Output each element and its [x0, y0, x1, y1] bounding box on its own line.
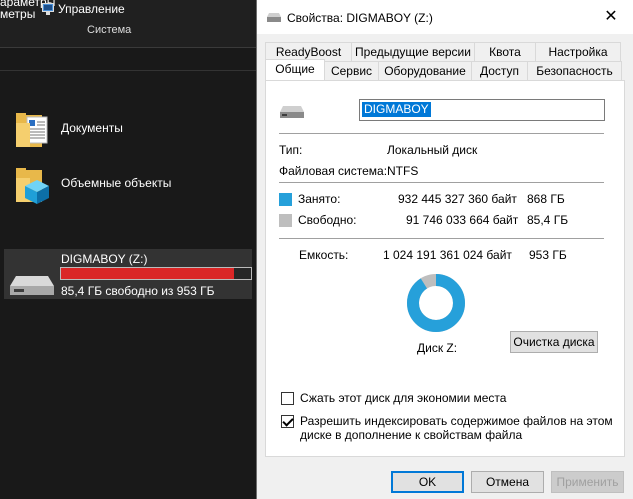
tab-previous-versions[interactable]: Предыдущие версии [351, 42, 475, 61]
filesystem-value: NTFS [387, 164, 419, 178]
address-divider [0, 70, 258, 71]
ribbon-divider [0, 47, 258, 48]
3d-objects-folder-icon [16, 168, 49, 204]
general-tab-panel: DIGMABOY Тип: Локальный диск Файловая си… [265, 80, 625, 457]
disk-cleanup-button[interactable]: Очистка диска [510, 331, 598, 353]
properties-dialog: Свойства: DIGMABOY (Z:) ✕ ReadyBoost Пре… [256, 0, 633, 499]
drive-name-input[interactable]: DIGMABOY [359, 99, 605, 121]
ok-button[interactable]: OK [391, 471, 464, 493]
capacity-label: Емкость: [299, 248, 349, 262]
donut-used-segment [407, 274, 465, 332]
ribbon: араметры метры Управление Система [0, 0, 258, 47]
folder-3d-objects[interactable]: Объемные объекты [15, 162, 255, 204]
manage-icon [42, 3, 54, 15]
tab-tools[interactable]: Сервис [324, 61, 379, 80]
type-value: Локальный диск [387, 143, 478, 157]
used-color-swatch [279, 193, 292, 206]
index-checkbox[interactable] [281, 415, 294, 428]
tab-hardware[interactable]: Оборудование [378, 61, 472, 80]
compress-label: Сжать этот диск для экономии места [300, 391, 507, 405]
explorer-window: араметры метры Управление Система Докуме… [0, 0, 258, 499]
apply-button[interactable]: Применить [551, 471, 624, 493]
folder-label: Документы [61, 121, 123, 135]
close-icon: ✕ [604, 8, 618, 25]
used-label: Занято: [298, 192, 341, 206]
separator [279, 133, 604, 134]
drive-usage-fill [61, 268, 234, 279]
index-label-line1: Разрешить индексировать содержимое файло… [300, 414, 613, 428]
drive-usage-bar [60, 267, 252, 280]
free-label: Свободно: [298, 213, 357, 227]
folder-label: Объемные объекты [61, 176, 172, 190]
compress-checkbox[interactable] [281, 392, 294, 405]
dialog-title: Свойства: DIGMABOY (Z:) [287, 11, 433, 25]
drive-free-text: 85,4 ГБ свободно из 953 ГБ [61, 284, 215, 298]
drive-large-icon [280, 106, 304, 118]
index-label-line2: диске в дополнение к свойствам файла [300, 428, 523, 442]
tab-general[interactable]: Общие [265, 59, 325, 80]
tab-sharing[interactable]: Доступ [471, 61, 528, 80]
tab-security[interactable]: Безопасность [527, 61, 622, 80]
disk-label: Диск Z: [417, 341, 458, 355]
drive-item-z[interactable]: DIGMABOY (Z:) 85,4 ГБ свободно из 953 ГБ [4, 249, 252, 299]
cancel-button[interactable]: Отмена [471, 471, 544, 493]
separator [279, 182, 604, 183]
tab-customize[interactable]: Настройка [535, 42, 621, 61]
ribbon-group-label: Система [87, 24, 132, 36]
type-label: Тип: [279, 143, 303, 157]
filesystem-label: Файловая система: [279, 164, 388, 178]
capacity-bytes: 1 024 191 361 024 байт [383, 248, 512, 262]
dialog-titlebar[interactable]: Свойства: DIGMABOY (Z:) ✕ [257, 0, 633, 34]
used-bytes: 932 445 327 360 байт [398, 192, 517, 206]
manage-button[interactable]: Управление [42, 2, 125, 16]
capacity-gb: 953 ГБ [529, 248, 567, 262]
folder-documents[interactable]: Документы [15, 107, 255, 149]
used-gb: 868 ГБ [527, 192, 565, 206]
free-bytes: 91 746 033 664 байт [406, 213, 519, 227]
tab-row-2: Общие Сервис Оборудование Доступ Безопас… [265, 59, 622, 80]
free-gb: 85,4 ГБ [527, 213, 569, 227]
documents-folder-icon [16, 113, 48, 147]
drive-name: DIGMABOY (Z:) [61, 252, 148, 266]
drive-icon [10, 276, 54, 295]
tab-quota[interactable]: Квота [474, 42, 536, 61]
free-color-swatch [279, 214, 292, 227]
disk-usage-donut [407, 274, 465, 332]
close-button[interactable]: ✕ [600, 6, 622, 28]
drive-name-value: DIGMABOY [362, 102, 431, 117]
drive-title-icon [267, 13, 281, 22]
separator [279, 238, 604, 239]
